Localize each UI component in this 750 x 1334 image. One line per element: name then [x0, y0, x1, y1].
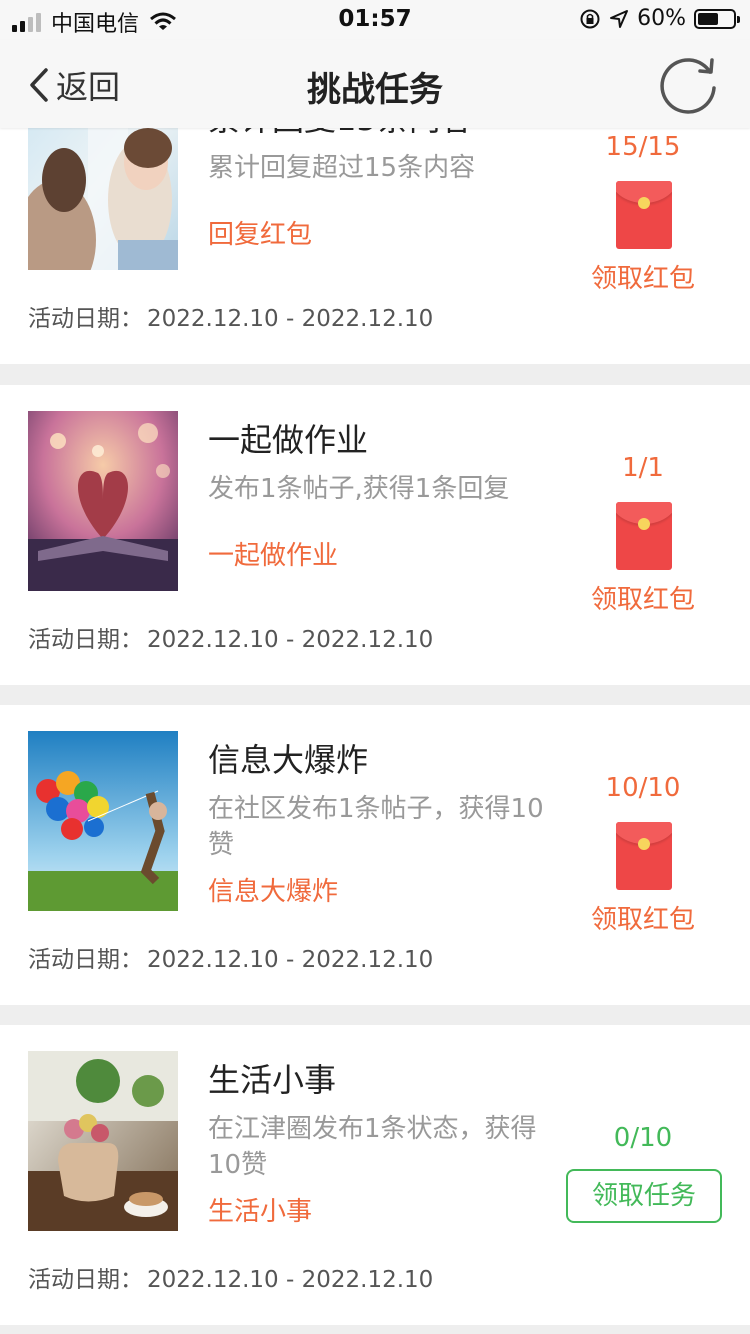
task-tag: 一起做作业 — [208, 541, 339, 571]
task-card[interactable]: 生活小事 在江津圈发布1条状态，获得10赞 生活小事 活动日期： 2022.12.… — [0, 1025, 750, 1325]
task-description: 在社区发布1条帖子，获得10赞 — [208, 794, 544, 860]
activity-date-value: 2022.12.10 - 2022.12.10 — [147, 306, 434, 332]
claim-red-packet-button[interactable]: 领取红包 — [573, 899, 713, 936]
activity-date-value: 2022.12.10 - 2022.12.10 — [147, 627, 434, 653]
navigation-bar: 返回 挑战任务 — [0, 40, 750, 128]
chevron-left-icon — [30, 68, 48, 102]
task-title: 信息大爆炸 — [208, 741, 369, 779]
task-description: 累计回复超过15条内容 — [208, 153, 476, 183]
activity-date-label: 活动日期： — [28, 1267, 143, 1293]
status-bar: 中国电信 01:57 60% — [0, 0, 750, 40]
task-tag: 回复红包 — [208, 220, 313, 250]
red-packet-icon[interactable] — [616, 181, 672, 249]
task-progress: 10/10 — [605, 773, 681, 803]
task-tag: 信息大爆炸 — [208, 877, 339, 907]
back-label: 返回 — [56, 68, 121, 106]
activity-date: 活动日期： 2022.12.10 - 2022.12.10 — [28, 620, 433, 654]
task-title: 生活小事 — [208, 1061, 337, 1099]
claim-red-packet-button[interactable]: 领取红包 — [573, 579, 713, 616]
task-thumbnail — [28, 411, 178, 591]
back-button[interactable]: 返回 — [28, 62, 120, 108]
task-progress: 1/1 — [622, 453, 664, 483]
rotation-lock-icon — [580, 9, 600, 28]
task-card[interactable]: 一起做作业 发布1条帖子,获得1条回复 一起做作业 活动日期： 2022.12.1… — [0, 385, 750, 685]
task-card[interactable]: 信息大爆炸 在社区发布1条帖子，获得10赞 信息大爆炸 活动日期： 2022.12… — [0, 705, 750, 1005]
claim-red-packet-button[interactable]: 领取红包 — [573, 258, 713, 295]
task-thumbnail — [28, 731, 178, 911]
red-packet-icon[interactable] — [616, 502, 672, 570]
red-packet-icon[interactable] — [616, 822, 672, 890]
activity-date-value: 2022.12.10 - 2022.12.10 — [147, 947, 434, 973]
activity-date: 活动日期： 2022.12.10 - 2022.12.10 — [28, 940, 433, 974]
task-progress: 15/15 — [605, 132, 681, 162]
activity-date-label: 活动日期： — [28, 627, 143, 653]
task-tag: 生活小事 — [208, 1197, 313, 1227]
activity-date-label: 活动日期： — [28, 947, 143, 973]
refresh-icon[interactable] — [660, 54, 720, 114]
activity-date: 活动日期： 2022.12.10 - 2022.12.10 — [28, 1260, 433, 1294]
battery-icon — [694, 8, 740, 29]
activity-date: 活动日期： 2022.12.10 - 2022.12.10 — [28, 299, 433, 333]
activity-date-label: 活动日期： — [28, 306, 143, 332]
task-progress: 0/10 — [613, 1123, 673, 1153]
task-title: 一起做作业 — [208, 421, 369, 459]
claim-task-button[interactable]: 领取任务 — [566, 1169, 722, 1223]
activity-date-value: 2022.12.10 - 2022.12.10 — [147, 1267, 434, 1293]
location-icon — [610, 9, 629, 28]
battery-percent: 60% — [637, 6, 686, 31]
task-thumbnail — [28, 1051, 178, 1231]
task-description: 在江津圈发布1条状态，获得10赞 — [208, 1114, 537, 1180]
task-description: 发布1条帖子,获得1条回复 — [208, 474, 510, 504]
